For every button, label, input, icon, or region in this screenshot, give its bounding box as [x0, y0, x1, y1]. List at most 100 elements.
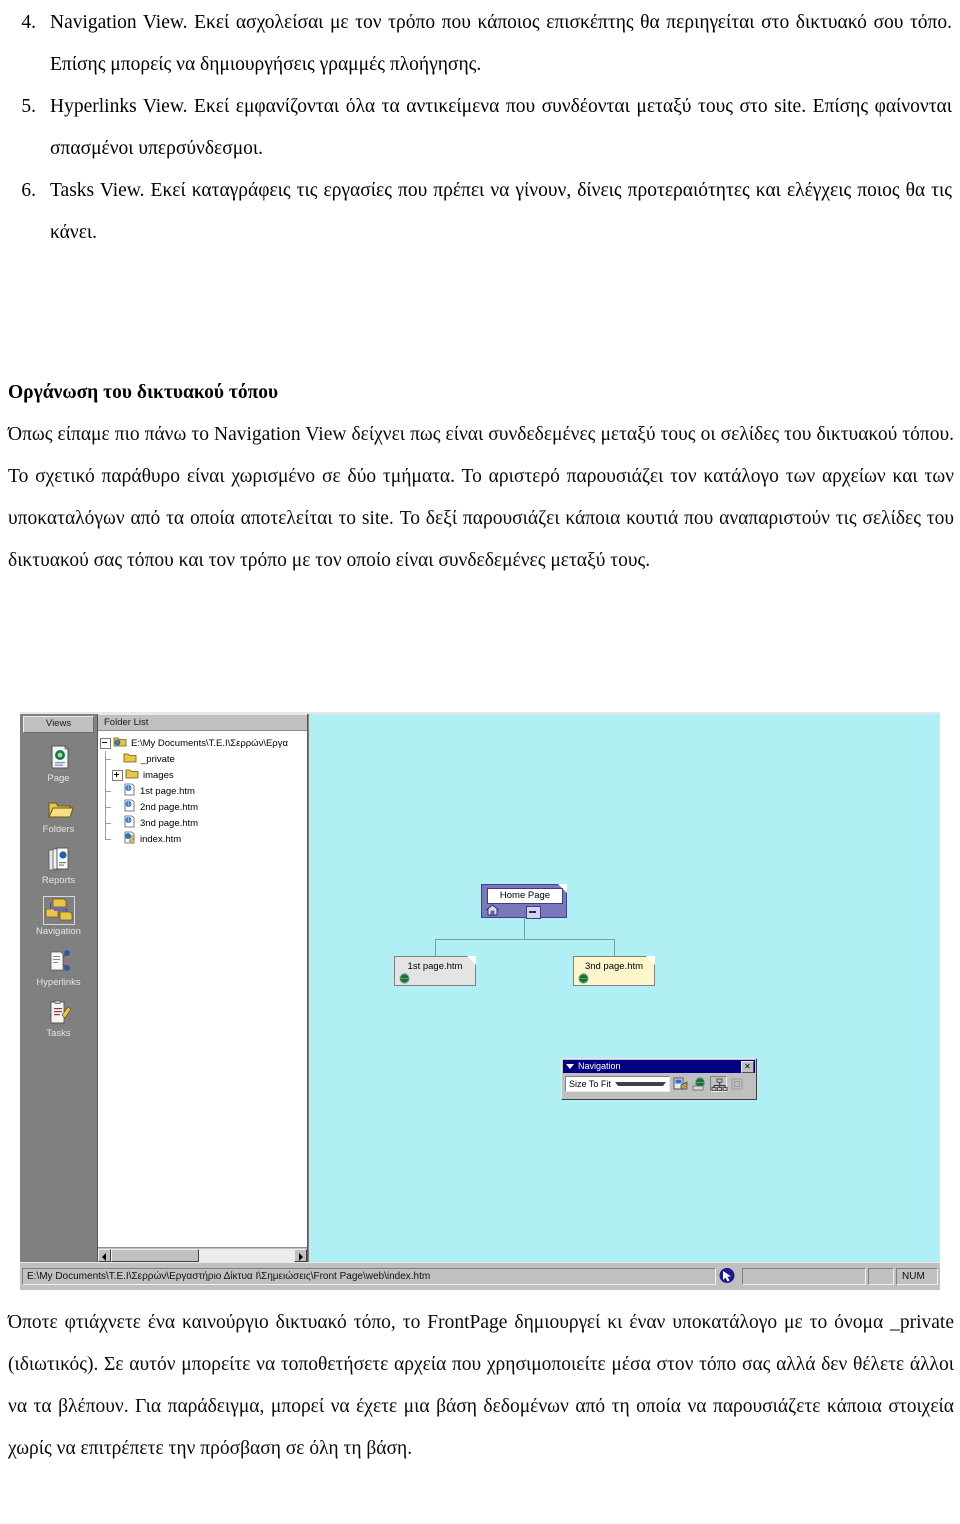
sidebar-item-folders[interactable]: Folders	[20, 795, 97, 835]
toolbar-title-bar[interactable]: Navigation ✕	[563, 1060, 755, 1073]
nav-node-label: 3nd page.htm	[584, 961, 644, 972]
tree-connector	[100, 751, 112, 767]
tree-connector	[100, 815, 112, 831]
folder-tree[interactable]: E:\My Documents\T.E.I\Σερρών\Εργα _priva	[98, 731, 307, 1247]
views-bar-header: Views	[23, 716, 94, 733]
toolbar-controls-row: Size To Fit	[563, 1076, 755, 1092]
folder-list-pane: Folder List E:\My Documents\T.E.I\Σερρών…	[98, 714, 308, 1262]
expander-minus-icon[interactable]	[100, 737, 111, 749]
sidebar-item-label: Page	[47, 773, 70, 784]
html-page-icon	[123, 799, 136, 815]
folder-list-horizontal-scrollbar[interactable]	[98, 1247, 307, 1262]
zoom-level-select[interactable]: Size To Fit	[565, 1076, 670, 1092]
views-bar: Views Page Folders Reports Navigation Hy…	[20, 714, 98, 1262]
globe-icon	[399, 973, 410, 986]
tree-item-label: 2nd page.htm	[140, 801, 199, 813]
web-root-folder-icon	[113, 735, 127, 751]
scrollbar-thumb[interactable]	[111, 1248, 199, 1262]
sidebar-item-tasks[interactable]: Tasks	[20, 999, 97, 1039]
nav-node-3nd-page[interactable]: 3nd page.htm	[573, 956, 655, 986]
view-subtree-globe-icon[interactable]	[691, 1076, 708, 1092]
list-item: 6. Tasks View. Εκεί καταγράφεις τις εργα…	[8, 170, 952, 254]
tree-item-1st-page[interactable]: 1st page.htm	[100, 783, 307, 799]
nav-node-home-page[interactable]: Home Page	[481, 884, 567, 919]
html-page-icon	[123, 815, 136, 831]
frontpage-screenshot: Views Page Folders Reports Navigation Hy…	[20, 712, 940, 1290]
status-blank-field-2	[868, 1268, 894, 1285]
sidebar-item-label: Reports	[41, 875, 76, 886]
close-icon[interactable]: ✕	[741, 1060, 754, 1073]
status-blank-field-1	[742, 1268, 866, 1285]
tree-connector	[100, 799, 112, 815]
list-item-text: Tasks View. Εκεί καταγράφεις τις εργασίε…	[50, 180, 952, 243]
tree-item-root[interactable]: E:\My Documents\T.E.I\Σερρών\Εργα	[100, 735, 307, 751]
tree-item-label: E:\My Documents\T.E.I\Σερρών\Εργα	[131, 737, 288, 749]
reports-view-icon	[44, 846, 74, 873]
list-item: 4. Navigation View. Εκεί ασχολείσαι με τ…	[8, 2, 952, 86]
section-heading: Οργάνωση του δικτυακού τόπου	[8, 382, 279, 403]
tree-item-2nd-page[interactable]: 2nd page.htm	[100, 799, 307, 815]
connector-to-3nd-page	[614, 939, 615, 956]
connector-vertical-main	[524, 917, 525, 939]
list-item-number: 4.	[21, 12, 36, 33]
list-item: 5. Hyperlinks View. Εκεί εμφανίζονται όλ…	[8, 86, 952, 170]
list-item-text: Hyperlinks View. Εκεί εμφανίζονται όλα τ…	[50, 96, 952, 159]
scroll-right-button[interactable]	[294, 1248, 307, 1262]
expander-plus-icon[interactable]	[112, 769, 123, 781]
html-page-icon	[123, 783, 136, 799]
numbered-list: 4. Navigation View. Εκεί ασχολείσαι με τ…	[8, 2, 952, 254]
connector-to-1st-page	[435, 939, 436, 956]
tree-item-index[interactable]: index.htm	[100, 831, 307, 847]
sidebar-item-reports[interactable]: Reports	[20, 846, 97, 886]
tasks-view-icon	[44, 999, 74, 1026]
list-item-number: 5.	[21, 96, 36, 117]
folders-view-icon	[44, 795, 74, 822]
frontpage-server-icon	[718, 1267, 740, 1286]
frontpage-main-area: Views Page Folders Reports Navigation Hy…	[20, 714, 940, 1262]
status-bar: E:\My Documents\T.E.I\Σερρών\Εργαστήριο …	[20, 1262, 940, 1290]
external-link-icon[interactable]	[729, 1076, 746, 1092]
hierarchy-tree-icon[interactable]	[710, 1076, 728, 1092]
tree-item-private[interactable]: _private	[100, 751, 307, 767]
zoom-level-value: Size To Fit	[569, 1078, 611, 1089]
tree-item-label: _private	[141, 753, 175, 765]
nav-node-1st-page[interactable]: 1st page.htm	[394, 956, 476, 986]
nav-node-label: 1st page.htm	[407, 961, 463, 972]
sidebar-item-navigation[interactable]: Navigation	[20, 896, 97, 937]
status-num-lock-indicator: NUM	[896, 1268, 938, 1285]
tree-item-label: 1st page.htm	[140, 785, 195, 797]
scroll-left-button[interactable]	[98, 1248, 111, 1262]
toolbar-title-label: Navigation	[578, 1061, 621, 1071]
tree-connector	[100, 783, 112, 799]
tree-item-3nd-page[interactable]: 3nd page.htm	[100, 815, 307, 831]
sidebar-item-label: Navigation	[36, 926, 81, 937]
chevron-down-icon[interactable]	[614, 1082, 666, 1086]
sidebar-item-page[interactable]: Page	[20, 744, 97, 784]
portrait-landscape-icon[interactable]	[672, 1076, 689, 1092]
tree-item-label: images	[143, 769, 174, 781]
tree-connector	[100, 767, 112, 783]
globe-icon	[578, 973, 589, 986]
connector-horizontal	[435, 939, 615, 940]
html-page-open-icon	[123, 831, 136, 847]
sidebar-item-label: Folders	[42, 824, 75, 835]
page-view-icon	[44, 744, 74, 771]
chevron-down-icon[interactable]	[566, 1064, 574, 1069]
tree-item-images[interactable]: images	[100, 767, 307, 783]
home-icon	[485, 904, 500, 918]
navigation-view-icon	[42, 896, 75, 925]
paragraph-organization: Όπως είπαμε πιο πάνω το Navigation View …	[8, 424, 954, 571]
sidebar-item-label: Hyperlinks	[36, 977, 81, 988]
navigation-canvas[interactable]: Home Page 1st page.htm 3nd page.htm Navi…	[308, 714, 940, 1262]
tree-item-label: index.htm	[140, 833, 182, 845]
node-collapse-button[interactable]	[526, 906, 541, 919]
folder-icon	[125, 767, 139, 783]
navigation-floating-toolbar[interactable]: Navigation ✕ Size To Fit	[561, 1058, 757, 1100]
folder-icon	[123, 751, 137, 767]
sidebar-item-label: Tasks	[46, 1028, 71, 1039]
scrollbar-track[interactable]	[111, 1248, 294, 1262]
list-item-text: Navigation View. Εκεί ασχολείσαι με τον …	[50, 12, 952, 75]
sidebar-item-hyperlinks[interactable]: Hyperlinks	[20, 948, 97, 988]
folder-list-header: Folder List	[98, 714, 307, 731]
nav-node-label: Home Page	[487, 888, 563, 904]
